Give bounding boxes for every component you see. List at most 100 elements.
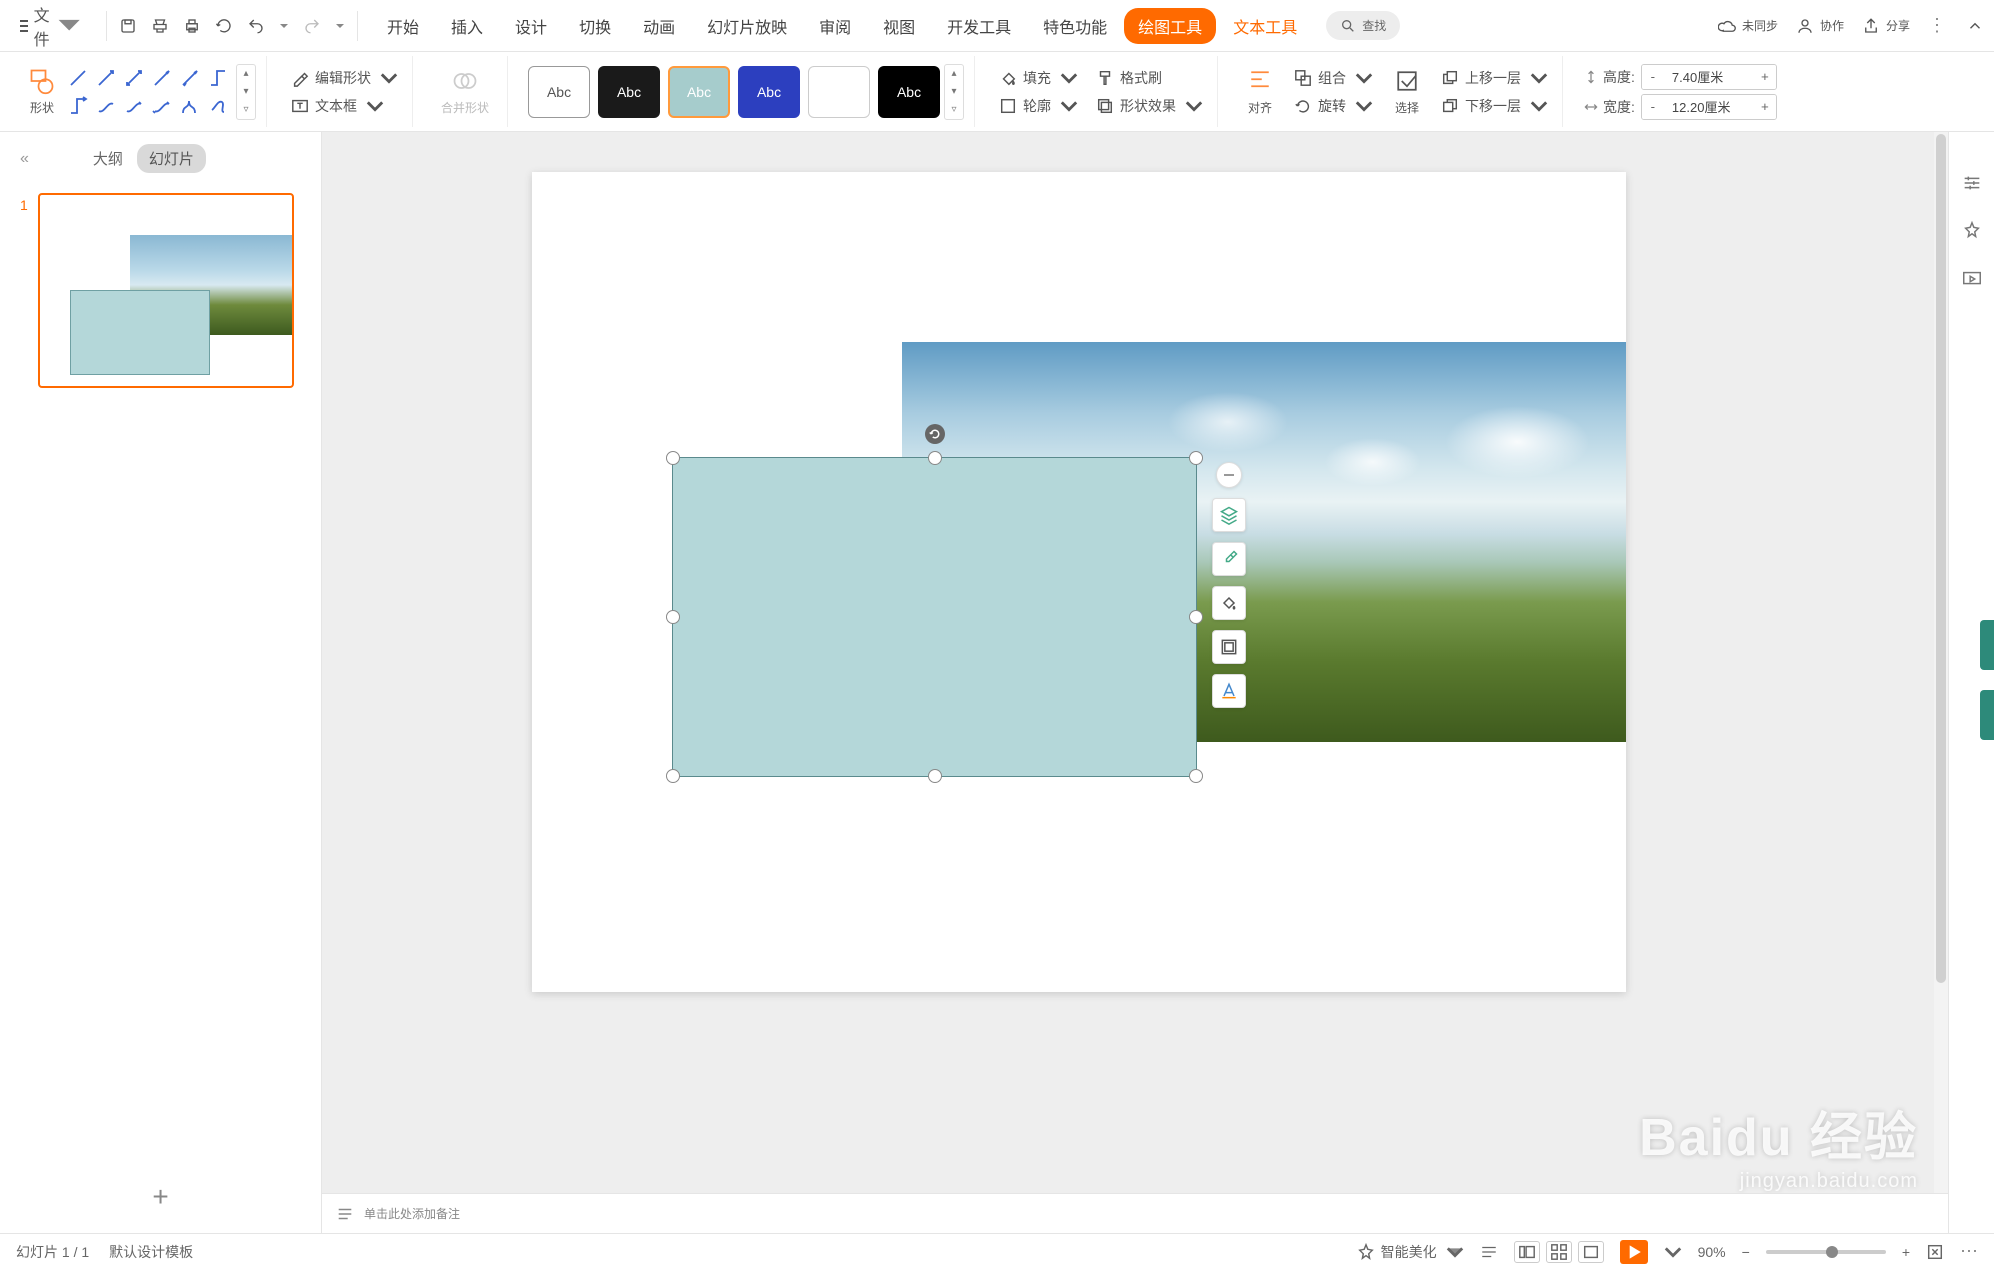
send-backward-button[interactable]: 下移一层 [1437, 94, 1552, 118]
scrollbar-thumb[interactable] [1936, 134, 1946, 983]
float-layers-button[interactable] [1212, 498, 1246, 532]
zoom-in-button[interactable]: + [1902, 1244, 1910, 1260]
tab-insert[interactable]: 插入 [436, 6, 498, 46]
style-black[interactable]: Abc [878, 66, 940, 118]
tab-view[interactable]: 视图 [868, 6, 930, 46]
selected-rectangle-shape[interactable] [672, 457, 1197, 777]
tab-developer[interactable]: 开发工具 [932, 6, 1026, 46]
float-fill-button[interactable] [1212, 586, 1246, 620]
undo-icon[interactable] [247, 17, 265, 35]
float-eyedropper-button[interactable] [1212, 542, 1246, 576]
outline-button[interactable]: 轮廓 [995, 94, 1082, 118]
slide-canvas[interactable] [532, 172, 1626, 992]
thumbnail-item[interactable]: 1 [20, 193, 301, 388]
rail-adjust-icon[interactable] [1961, 172, 1983, 194]
edit-shape-button[interactable]: 编辑形状 [287, 66, 402, 90]
zoom-slider-knob[interactable] [1826, 1246, 1838, 1258]
float-picture-button[interactable] [1212, 630, 1246, 664]
float-collapse-button[interactable] [1216, 462, 1242, 488]
zoom-level[interactable]: 90% [1698, 1244, 1726, 1260]
save-icon[interactable] [119, 17, 137, 35]
style-outline[interactable]: Abc [528, 66, 590, 118]
format-painter-button[interactable]: 格式刷 [1092, 66, 1207, 90]
resize-handle-se[interactable] [1189, 769, 1203, 783]
resize-handle-s[interactable] [928, 769, 942, 783]
resize-handle-w[interactable] [666, 610, 680, 624]
redo-dropdown-icon[interactable] [335, 21, 345, 31]
float-textstyle-button[interactable] [1212, 674, 1246, 708]
notes-bar[interactable]: 单击此处添加备注 [322, 1193, 1948, 1233]
height-input[interactable] [1664, 65, 1754, 89]
insert-shape-button[interactable]: 形状 [20, 65, 64, 118]
fit-window-icon[interactable] [1926, 1243, 1944, 1261]
textbox-button[interactable]: 文本框 [287, 94, 402, 118]
tab-home[interactable]: 开始 [372, 6, 434, 46]
slideshow-dropdown-icon[interactable] [1664, 1243, 1682, 1261]
width-spinner[interactable]: - + [1641, 94, 1777, 120]
height-increment[interactable]: + [1754, 65, 1776, 89]
resize-handle-e[interactable] [1189, 610, 1203, 624]
notes-toggle-icon[interactable] [1480, 1243, 1498, 1261]
resize-handle-nw[interactable] [666, 451, 680, 465]
zoom-slider[interactable] [1766, 1250, 1886, 1254]
rail-present-icon[interactable] [1961, 268, 1983, 290]
tab-review[interactable]: 审阅 [804, 6, 866, 46]
style-gallery-scroll[interactable]: ▴ ▾ ▿ [944, 64, 964, 120]
normal-view-button[interactable] [1514, 1241, 1540, 1263]
thumbnail-list[interactable]: 1 [0, 185, 321, 1161]
edge-tab-1[interactable] [1980, 620, 1994, 670]
shape-gallery-scroll[interactable]: ▴ ▾ ▿ [236, 64, 256, 120]
fill-button[interactable]: 填充 [995, 66, 1082, 90]
slide-canvas-area[interactable]: Baidu 经验 jingyan.baidu.com [322, 132, 1948, 1233]
tab-features[interactable]: 特色功能 [1028, 6, 1122, 46]
scroll-up-icon[interactable]: ▴ [237, 65, 255, 83]
height-spinner[interactable]: - + [1641, 64, 1777, 90]
tab-transition[interactable]: 切换 [564, 6, 626, 46]
height-decrement[interactable]: - [1642, 65, 1664, 89]
width-decrement[interactable]: - [1642, 95, 1664, 119]
rail-magic-icon[interactable] [1961, 220, 1983, 242]
search-button[interactable]: 查找 [1326, 11, 1400, 40]
vertical-scrollbar[interactable] [1934, 132, 1948, 1193]
rotate-button[interactable]: 旋转 [1290, 94, 1377, 118]
tab-text-tools[interactable]: 文本工具 [1218, 6, 1312, 46]
scroll-down-icon[interactable]: ▾ [237, 83, 255, 101]
file-menu-button[interactable]: 文件 [10, 0, 92, 56]
width-input[interactable] [1664, 95, 1754, 119]
collapse-ribbon-icon[interactable] [1966, 17, 1984, 35]
resize-handle-ne[interactable] [1189, 451, 1203, 465]
slideshow-button[interactable] [1620, 1240, 1648, 1264]
status-more-button[interactable]: ⋯ [1960, 1241, 1978, 1262]
tab-animation[interactable]: 动画 [628, 6, 690, 46]
tab-slideshow[interactable]: 幻灯片放映 [692, 6, 802, 46]
add-slide-button[interactable]: + [0, 1161, 321, 1233]
style-blue[interactable]: Abc [738, 66, 800, 118]
print-preview-icon[interactable] [151, 17, 169, 35]
loop-icon[interactable] [215, 17, 233, 35]
sync-status-button[interactable]: 未同步 [1718, 17, 1778, 35]
shape-effects-button[interactable]: 形状效果 [1092, 94, 1207, 118]
shape-line-gallery[interactable] [64, 64, 232, 120]
collapse-thumbnails-button[interactable]: « [20, 150, 29, 168]
edge-tab-2[interactable] [1980, 690, 1994, 740]
reading-view-button[interactable] [1578, 1241, 1604, 1263]
resize-handle-n[interactable] [928, 451, 942, 465]
beautify-button[interactable]: 智能美化 [1357, 1242, 1464, 1262]
style-white[interactable] [808, 66, 870, 118]
zoom-out-button[interactable]: − [1742, 1244, 1750, 1260]
rotate-handle[interactable] [925, 424, 945, 444]
select-button[interactable]: 选择 [1385, 65, 1429, 118]
tab-drawing-tools[interactable]: 绘图工具 [1124, 8, 1216, 44]
align-button[interactable]: 对齐 [1238, 65, 1282, 118]
scroll-more-icon[interactable]: ▿ [237, 101, 255, 119]
width-increment[interactable]: + [1754, 95, 1776, 119]
outline-tab[interactable]: 大纲 [93, 148, 123, 169]
scroll-up-icon[interactable]: ▴ [945, 65, 963, 83]
print-icon[interactable] [183, 17, 201, 35]
slides-tab[interactable]: 幻灯片 [137, 144, 206, 173]
shape-style-gallery[interactable]: Abc Abc Abc Abc Abc [528, 66, 940, 118]
bring-forward-button[interactable]: 上移一层 [1437, 66, 1552, 90]
scroll-down-icon[interactable]: ▾ [945, 83, 963, 101]
resize-handle-sw[interactable] [666, 769, 680, 783]
collaborate-button[interactable]: 协作 [1796, 17, 1844, 35]
